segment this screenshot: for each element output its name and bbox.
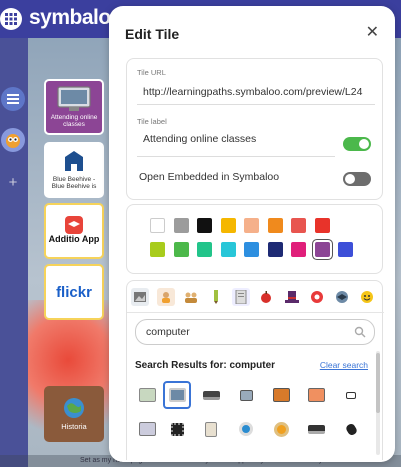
people-category-icon[interactable] [182,288,200,306]
embed-label: Open Embedded in Symbaloo [139,171,280,183]
result-mouse-icon[interactable] [337,415,365,443]
graduation-cap-icon [65,216,83,235]
color-swatch[interactable] [267,218,283,233]
globe-icon [64,397,84,418]
tile-additio-app[interactable]: Additio App [44,203,104,259]
color-swatch[interactable] [150,218,165,233]
color-swatch[interactable] [220,242,236,257]
url-underline [137,104,375,105]
search-icon[interactable] [354,326,366,338]
result-computer-icon-selected[interactable] [163,381,191,409]
icon-search-field[interactable]: computer [135,319,375,345]
result-desktop-icon[interactable] [232,381,260,409]
person-category-icon[interactable] [157,288,175,306]
search-input[interactable]: computer [146,326,190,338]
result-pc-icon[interactable] [133,415,161,443]
color-swatch[interactable] [244,242,259,257]
icon-category-row [127,281,384,313]
tile-attending-online-classes[interactable]: Attending online classes [44,79,104,135]
url-field-label: Tile URL [137,68,166,77]
ball-category-icon[interactable] [308,288,326,306]
apple-category-icon[interactable] [257,288,275,306]
beehive-logo-icon [65,150,83,171]
dialog-title: Edit Tile [125,26,180,42]
result-chip-icon[interactable] [163,415,191,443]
result-screen-icon[interactable] [302,381,330,409]
color-swatch[interactable] [244,218,259,233]
close-icon[interactable]: ✕ [366,25,379,41]
hat-category-icon[interactable] [283,288,301,306]
result-laptop-icon[interactable] [197,381,225,409]
tile-label: Additio App [48,234,100,245]
color-swatch[interactable] [150,242,165,257]
bat-category-icon[interactable] [333,288,351,306]
pencil-category-icon[interactable] [207,288,225,306]
tile-label-input[interactable]: Attending online classes [143,133,333,145]
edit-tile-dialog: Edit Tile ✕ Tile URL http://learningpath… [109,6,395,462]
color-swatch[interactable] [267,242,283,257]
tile-settings-panel: Tile URL http://learningpaths.symbaloo.c… [126,58,383,200]
sidebar: + [0,38,28,467]
add-webmix-icon[interactable]: + [1,170,25,194]
color-swatch[interactable] [197,242,212,257]
tile-label: Blue Beehive - Blue Beehive is [51,175,97,190]
tile-label-underline [137,156,335,157]
color-swatch[interactable] [314,242,330,257]
smiley-category-icon[interactable] [358,288,376,306]
result-pc-icon[interactable] [337,381,365,409]
color-swatch[interactable] [173,218,189,233]
tile-historia[interactable]: Historia [44,386,104,442]
clear-search-link[interactable]: Clear search [320,360,368,370]
tile-label-toggle[interactable] [343,137,371,151]
webmix-list-icon[interactable] [1,87,25,111]
color-swatch[interactable] [173,242,189,257]
result-tower-icon[interactable] [197,415,225,443]
result-cd-icon[interactable] [267,415,295,443]
result-webcam-icon[interactable] [232,415,260,443]
tile-flickr[interactable]: flickr [44,264,104,320]
url-input[interactable]: http://learningpaths.symbaloo.com/previe… [143,86,371,98]
results-heading: Search Results for: computer [135,360,276,371]
color-swatch[interactable] [291,218,306,233]
color-picker-panel [126,204,383,274]
owl-avatar-icon[interactable] [1,128,25,152]
tile-blue-beehive[interactable]: Blue Beehive - Blue Beehive is [44,142,104,198]
color-swatch[interactable] [338,242,353,257]
apps-grid-icon[interactable] [0,8,22,30]
embed-toggle[interactable] [343,172,371,186]
result-computer-icon[interactable] [133,381,161,409]
result-monitor-icon[interactable] [267,381,295,409]
color-swatch[interactable] [314,218,330,233]
color-swatch[interactable] [291,242,306,257]
results-scrollbar[interactable] [376,351,380,455]
tile-label: Historia [61,421,87,431]
tile-label-field-label: Tile label [137,117,167,126]
document-category-icon[interactable] [232,288,250,306]
result-notebook-icon[interactable] [302,415,330,443]
color-swatch[interactable] [220,218,236,233]
computer-icon [57,86,91,111]
image-category-icon[interactable] [131,288,149,306]
flickr-logo: flickr [56,283,92,301]
tile-label: Attending online classes [50,113,98,128]
icon-picker-panel: computer Search Results for: computer Cl… [126,280,384,460]
color-swatch[interactable] [197,218,212,233]
